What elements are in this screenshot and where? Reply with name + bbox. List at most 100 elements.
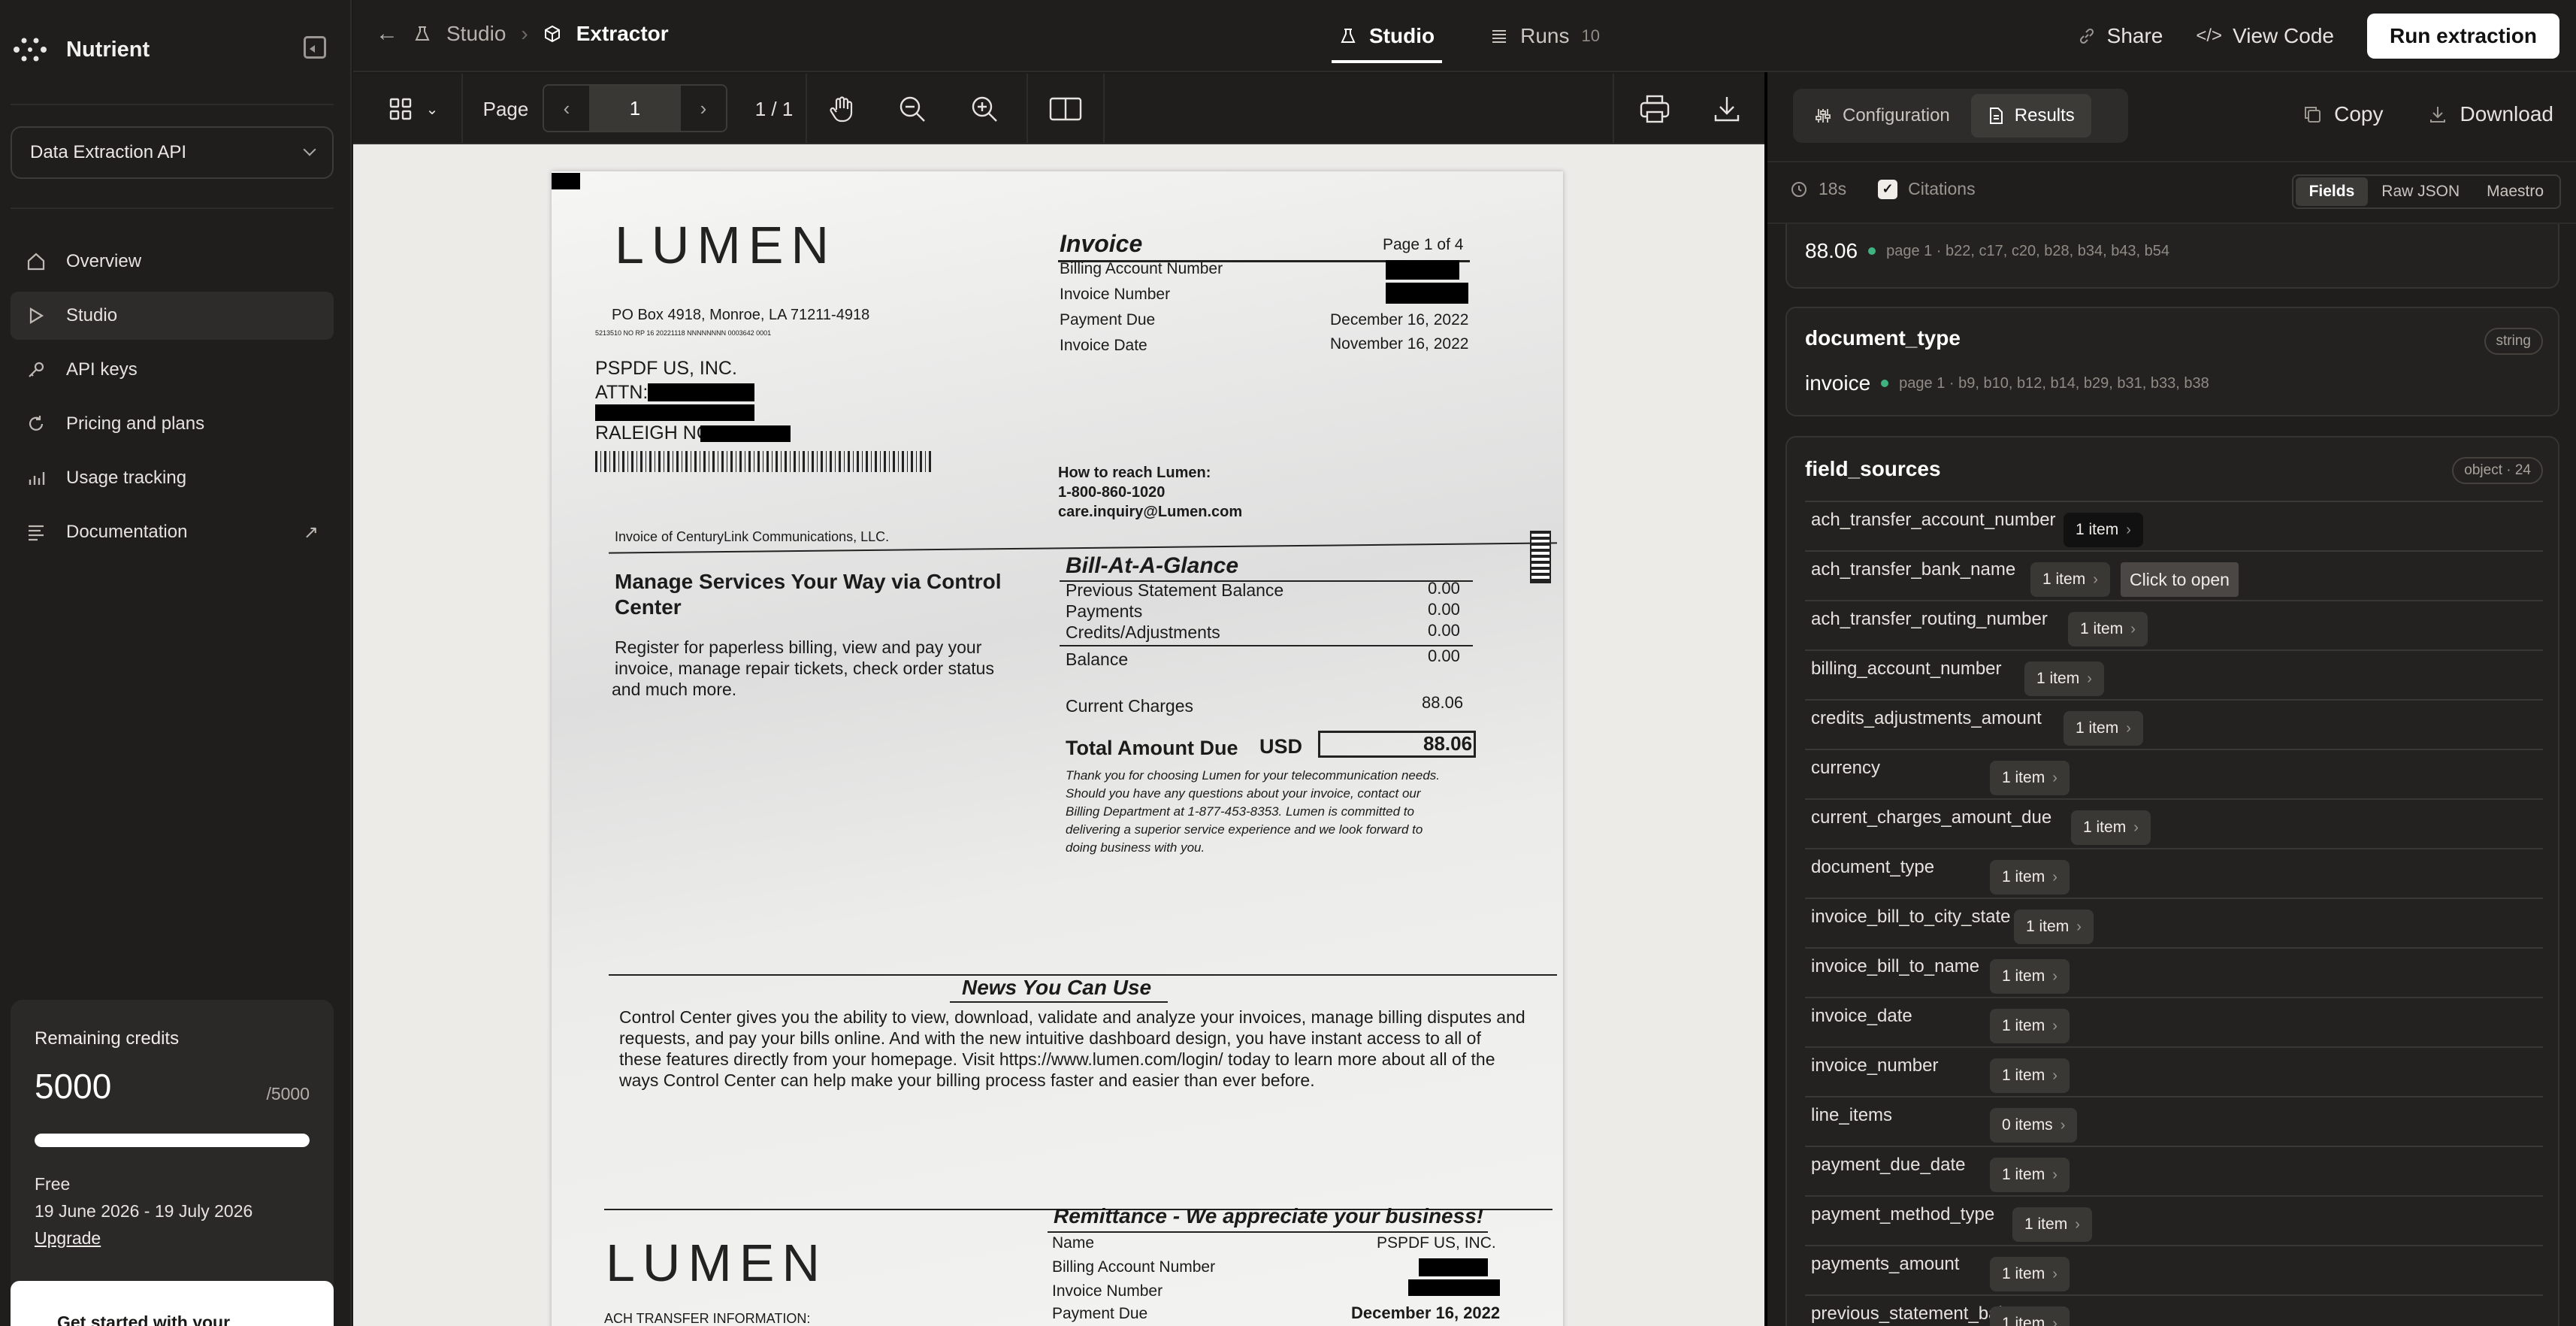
field-source-expand-button[interactable]: 1 item ›	[1990, 1257, 2070, 1291]
field-citation[interactable]: page 1 · b22, c17, c20, b28, b34, b43, b…	[1886, 243, 2169, 260]
field-source-row: payment_method_type 1 item ›	[1805, 1195, 2543, 1245]
field-source-row: ach_transfer_routing_number 1 item ›	[1805, 600, 2543, 649]
upgrade-link[interactable]: Upgrade	[35, 1228, 101, 1249]
view-fields[interactable]: Fields	[2295, 177, 2369, 206]
view-code-button[interactable]: </> View Code	[2196, 24, 2334, 48]
copy-button[interactable]: Copy	[2302, 102, 2383, 126]
brand[interactable]: Nutrient	[12, 30, 150, 69]
remit-ban-label: Billing Account Number	[1052, 1258, 1216, 1276]
results-tab[interactable]: Results	[1970, 94, 2091, 138]
download-file-button[interactable]	[1691, 74, 1763, 144]
field-source-expand-button[interactable]: 1 item ›	[2030, 562, 2110, 597]
citations-checkbox[interactable]: ✓	[1878, 179, 1898, 199]
refresh-icon	[26, 413, 47, 434]
field-source-expand-button[interactable]: 1 item ›	[2024, 661, 2104, 696]
cube-icon	[544, 25, 560, 43]
field-source-expand-button[interactable]: 1 item ›	[1990, 1058, 2070, 1093]
collapse-sidebar-icon[interactable]	[304, 36, 326, 59]
field-source-expand-button[interactable]: 1 item ›	[1990, 1009, 2070, 1043]
share-button[interactable]: Share	[2077, 24, 2163, 48]
field-source-row: invoice_bill_to_name 1 item ›	[1805, 947, 2543, 997]
tab-runs[interactable]: Runs 10	[1483, 0, 1607, 72]
header-due-label: Payment Due	[1060, 311, 1156, 328]
field-source-expand-button[interactable]: 1 item ›	[1990, 1306, 2070, 1326]
configuration-tab[interactable]: Configuration	[1797, 94, 1967, 138]
sidebar-item-documentation[interactable]: Documentation ↗	[11, 508, 334, 556]
field-source-expand-button[interactable]: 1 item ›	[1990, 761, 2070, 795]
document-viewer[interactable]: LUMEN PO Box 4918, Monroe, LA 71211-4918…	[353, 144, 1764, 1326]
thanks-3: Billing Department at 1-877-453-8353. Lu…	[1066, 804, 1414, 819]
field-card-field-sources: field_sources object · 24 ach_transfer_a…	[1785, 436, 2559, 1326]
get-started-card[interactable]: Get started with your	[11, 1281, 334, 1326]
field-source-row: invoice_bill_to_city_state 1 item ›	[1805, 898, 2543, 947]
field-source-expand-button[interactable]: 1 item ›	[2014, 910, 2094, 944]
sidebar-nav: Overview Studio API keys Pricing and pla…	[11, 238, 334, 562]
scan-mark	[552, 173, 580, 189]
click-to-open-tooltip: Click to open	[2121, 562, 2239, 597]
toolbar-divider	[1613, 74, 1614, 144]
sidebar-item-api-keys[interactable]: API keys	[11, 346, 334, 394]
invoice-page: LUMEN PO Box 4918, Monroe, LA 71211-4918…	[552, 171, 1563, 1326]
field-source-expand-button[interactable]: 1 item ›	[2064, 711, 2143, 746]
view-raw-json[interactable]: Raw JSON	[2368, 177, 2473, 206]
page-of: Page 1 of 4	[1383, 236, 1464, 253]
view-maestro[interactable]: Maestro	[2473, 177, 2557, 206]
download-icon	[1714, 97, 1740, 122]
pan-tool-button[interactable]	[807, 74, 876, 144]
download-button[interactable]: Download	[2428, 102, 2553, 126]
field-source-row: payment_due_date 1 item ›	[1805, 1146, 2543, 1195]
zoom-in-button[interactable]	[948, 74, 1020, 144]
breadcrumb-studio[interactable]: Studio	[446, 22, 506, 46]
layout-toggle-button[interactable]: ⌄	[376, 74, 451, 144]
field-type-badge: string	[2484, 328, 2543, 355]
tab-studio[interactable]: Studio	[1332, 0, 1443, 72]
chevron-down-icon	[303, 143, 316, 156]
field-source-expand-button[interactable]: 1 item ›	[1990, 959, 2070, 994]
list-icon	[1492, 30, 1507, 43]
reach-phone: 1-800-860-1020	[1058, 484, 1166, 501]
bill-to-city: RALEIGH NC	[595, 422, 710, 444]
sidebar-item-usage-tracking[interactable]: Usage tracking	[11, 454, 334, 502]
redaction-box	[1386, 283, 1468, 304]
field-source-expand-button[interactable]: 1 item ›	[1990, 860, 2070, 895]
field-source-row: currency 1 item ›	[1805, 749, 2543, 798]
redaction-box	[648, 383, 754, 401]
field-source-key: payments_amount	[1811, 1254, 1960, 1274]
sidebar-item-pricing[interactable]: Pricing and plans	[11, 400, 334, 448]
sidebar-item-studio[interactable]: Studio	[11, 292, 334, 340]
chevron-right-icon: ›	[2052, 868, 2057, 886]
clock-icon	[1791, 181, 1807, 197]
zoom-out-button[interactable]	[876, 74, 948, 144]
split-view-button[interactable]	[1028, 74, 1103, 144]
item-count: 1 item	[2002, 1166, 2045, 1183]
reach-email: care.inquiry@Lumen.com	[1058, 504, 1243, 520]
run-extraction-button[interactable]: Run extraction	[2366, 14, 2559, 59]
sidebar-item-overview[interactable]: Overview	[11, 238, 334, 286]
field-source-expand-button[interactable]: 1 item ›	[2064, 513, 2143, 547]
bill-to-name: PSPDF US, INC.	[595, 358, 737, 379]
back-arrow-icon[interactable]: ←	[376, 21, 398, 47]
field-source-expand-button[interactable]: 0 items ›	[1990, 1108, 2078, 1143]
qr-code	[1530, 531, 1551, 583]
field-source-expand-button[interactable]: 1 item ›	[1990, 1158, 2070, 1192]
external-link-icon: ↗	[303, 522, 319, 543]
panel-mode-switch: Configuration Results	[1793, 89, 2128, 143]
print-button[interactable]	[1619, 74, 1691, 144]
field-sources-list: ach_transfer_account_number 1 item › ach_tr…	[1805, 501, 2543, 1326]
invoice-title: Invoice	[1060, 230, 1143, 257]
field-source-key: invoice_bill_to_name	[1811, 956, 1980, 976]
prev-page-button[interactable]: ‹	[544, 86, 589, 131]
file-icon	[1989, 107, 2003, 124]
field-source-expand-button[interactable]: 1 item ›	[2068, 612, 2148, 646]
news-line-2: requests, and pay your bills online. And…	[619, 1028, 1481, 1048]
field-citation[interactable]: page 1 · b9, b10, b12, b14, b29, b31, b3…	[1899, 375, 2209, 392]
toolbar-divider	[461, 74, 463, 144]
field-value-row: 88.06 page 1 · b22, c17, c20, b28, b34, …	[1805, 239, 2169, 263]
page-navigator: ‹ 1 ›	[543, 84, 727, 132]
api-selector[interactable]: Data Extraction API	[11, 126, 334, 179]
page-input[interactable]: 1	[589, 86, 681, 131]
next-page-button[interactable]: ›	[681, 86, 726, 131]
field-source-expand-button[interactable]: 1 item ›	[2071, 810, 2151, 845]
manage-body-1: Register for paperless billing, view and…	[615, 637, 982, 657]
field-source-expand-button[interactable]: 1 item ›	[2012, 1207, 2092, 1242]
